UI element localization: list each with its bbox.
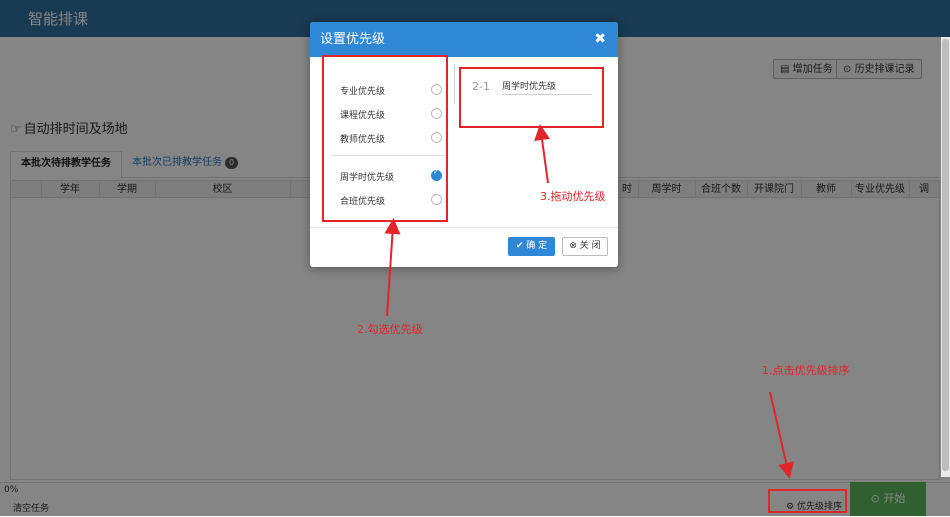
arrow-step1 (769, 391, 795, 479)
arrow-step2 (384, 218, 401, 317)
annotation-arrows (384, 124, 795, 479)
arrow-step3 (534, 124, 551, 184)
